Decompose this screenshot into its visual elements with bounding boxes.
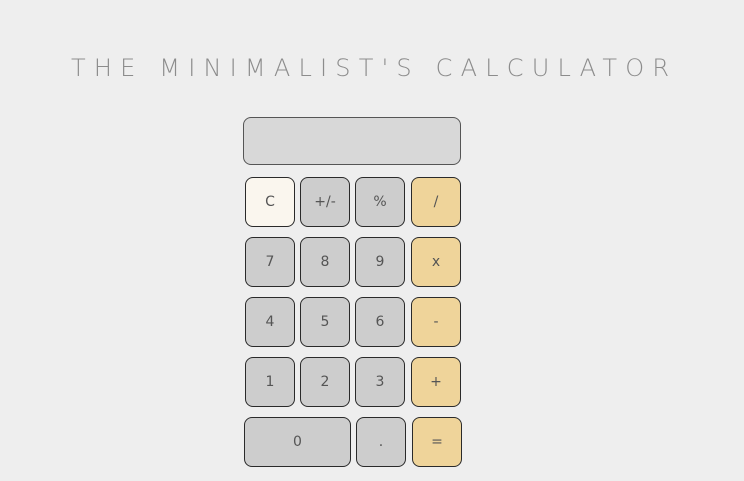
equals-button[interactable]: = — [412, 417, 462, 467]
clear-button[interactable]: C — [245, 177, 295, 227]
digit-6-button[interactable]: 6 — [355, 297, 405, 347]
digit-1-button[interactable]: 1 — [245, 357, 295, 407]
decimal-button[interactable]: . — [356, 417, 406, 467]
subtract-button[interactable]: - — [411, 297, 461, 347]
divide-button[interactable]: / — [411, 177, 461, 227]
digit-7-button[interactable]: 7 — [245, 237, 295, 287]
digit-4-button[interactable]: 4 — [245, 297, 295, 347]
percent-button[interactable]: % — [355, 177, 405, 227]
sign-toggle-button[interactable]: +/- — [300, 177, 350, 227]
digit-2-button[interactable]: 2 — [300, 357, 350, 407]
add-button[interactable]: + — [411, 357, 461, 407]
digit-0-button[interactable]: 0 — [244, 417, 351, 467]
calculator-display — [243, 117, 461, 165]
page-title: THE MINIMALIST'S CALCULATOR — [71, 54, 678, 82]
digit-5-button[interactable]: 5 — [300, 297, 350, 347]
digit-9-button[interactable]: 9 — [355, 237, 405, 287]
digit-3-button[interactable]: 3 — [355, 357, 405, 407]
multiply-button[interactable]: x — [411, 237, 461, 287]
digit-8-button[interactable]: 8 — [300, 237, 350, 287]
